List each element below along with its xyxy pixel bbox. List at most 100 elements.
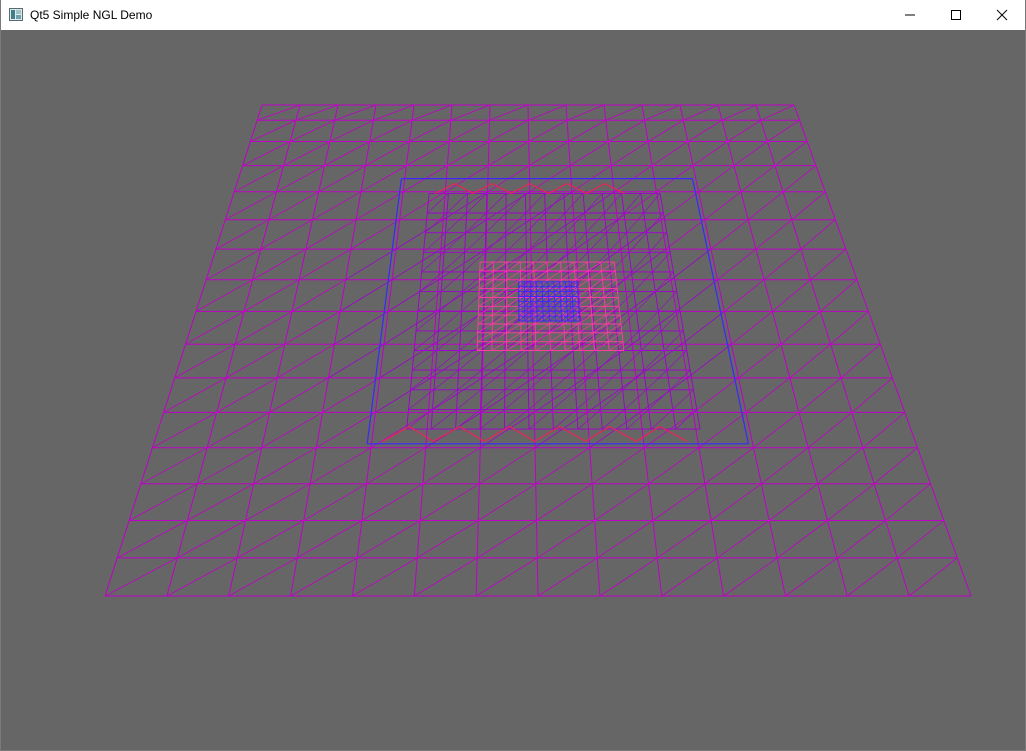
refine-level-3-diagonal xyxy=(536,286,543,292)
mesh-diagonal-line xyxy=(488,141,529,166)
refine-level-2-diagonal xyxy=(492,306,507,316)
mesh-diagonal-line xyxy=(309,447,372,485)
mesh-diagonal-line xyxy=(370,412,429,449)
refine-level-1-diagonal xyxy=(666,350,688,371)
refine-level-1-diagonal xyxy=(655,271,674,292)
refine-level-2-diagonal xyxy=(491,341,507,351)
mesh-diagonal-line xyxy=(399,191,446,221)
refine-level-3-diagonal xyxy=(518,315,526,322)
refine-level-2-diagonal xyxy=(549,323,564,334)
refine-level-1-diagonal xyxy=(527,350,551,371)
title-bar[interactable]: Qt5 Simple NGL Demo xyxy=(1,0,1025,30)
refine-level-1-diagonal xyxy=(436,330,461,351)
minimize-button[interactable] xyxy=(887,0,933,30)
wireframe-mesh xyxy=(104,104,972,597)
red-edge-bottom xyxy=(382,426,410,442)
mesh-diagonal-line xyxy=(289,119,335,142)
refine-level-1-diagonal xyxy=(646,369,668,391)
refine-level-1-diagonal xyxy=(597,350,619,371)
refine-level-1-diagonal xyxy=(504,369,529,391)
mesh-diagonal-line xyxy=(324,141,370,166)
refine-level-1-diagonal xyxy=(433,369,459,391)
mesh-diagonal-line xyxy=(419,483,480,521)
mesh-diagonal-line xyxy=(303,483,367,521)
refine-level-1-diagonal xyxy=(624,389,647,410)
mesh-diagonal-line xyxy=(536,483,593,521)
mesh-diagonal-line xyxy=(284,311,341,345)
refine-level-1-diagonal xyxy=(643,193,661,214)
refine-level-1-diagonal xyxy=(592,291,613,312)
mesh-diagonal-line xyxy=(261,412,323,449)
refine-level-3-diagonal xyxy=(518,281,525,287)
mesh-diagonal-line xyxy=(651,141,689,166)
mesh-diagonal-line xyxy=(566,104,605,121)
mesh-diagonal-line xyxy=(820,279,858,312)
mesh-diagonal-line xyxy=(295,104,339,121)
mesh-diagonal-line xyxy=(450,104,491,121)
refine-level-3-diagonal xyxy=(572,291,579,297)
mesh-diagonal-line xyxy=(827,483,875,521)
mesh-diagonal-line xyxy=(475,557,538,597)
mesh-diagonal-line xyxy=(760,104,795,121)
mesh-diagonal-line xyxy=(591,447,645,485)
mesh-column-line xyxy=(793,104,972,597)
mesh-diagonal-line xyxy=(531,248,577,281)
refine-level-2-diagonal xyxy=(479,279,494,289)
gl-viewport[interactable] xyxy=(1,30,1025,750)
mesh-diagonal-line xyxy=(596,520,654,559)
mesh-column-line xyxy=(166,104,301,597)
mesh-diagonal-line xyxy=(721,104,757,121)
mesh-diagonal-line xyxy=(245,483,311,521)
mesh-diagonal-line xyxy=(228,557,298,597)
mesh-diagonal-line xyxy=(360,165,407,193)
mesh-diagonal-line xyxy=(256,104,301,121)
refine-level-1-diagonal xyxy=(660,310,681,332)
mesh-column-line xyxy=(755,104,910,597)
mesh-diagonal-line xyxy=(530,191,573,221)
refine-level-1-diagonal xyxy=(646,212,664,233)
mesh-diagonal-line xyxy=(747,191,784,221)
mesh-diagonal-line xyxy=(692,141,728,166)
mesh-diagonal-line xyxy=(536,520,595,559)
mesh-diagonal-line xyxy=(260,219,313,250)
refine-level-2-diagonal xyxy=(606,314,621,325)
refine-level-1-diagonal xyxy=(415,310,440,332)
refine-level-1-diagonal xyxy=(442,252,465,273)
mesh-diagonal-line xyxy=(296,520,363,559)
mesh-diagonal-line xyxy=(648,447,700,485)
mesh-diagonal-line xyxy=(782,165,817,193)
refine-level-1-diagonal xyxy=(525,193,545,214)
mesh-diagonal-line xyxy=(610,141,649,166)
mesh-diagonal-line xyxy=(568,119,606,142)
mesh-diagonal-line xyxy=(485,219,531,250)
maximize-button[interactable] xyxy=(933,0,979,30)
mesh-diagonal-line xyxy=(683,104,719,121)
mesh-diagonal-line xyxy=(608,119,645,142)
mesh-diagonal-line xyxy=(599,557,658,597)
mesh-diagonal-line xyxy=(409,119,451,142)
refine-level-2-diagonal xyxy=(550,341,565,351)
mesh-diagonal-line xyxy=(698,412,747,449)
refine-level-1-diagonal xyxy=(456,389,482,410)
close-button[interactable] xyxy=(979,0,1025,30)
mesh-diagonal-line xyxy=(206,412,270,449)
mesh-diagonal-line xyxy=(767,119,800,142)
mesh-diagonal-line xyxy=(840,343,881,379)
mesh-diagonal-line xyxy=(166,557,238,597)
mesh-diagonal-line xyxy=(586,377,637,413)
mesh-diagonal-line xyxy=(692,377,739,413)
refine-level-1-diagonal xyxy=(600,389,623,410)
close-icon xyxy=(996,9,1008,21)
mesh-diagonal-line xyxy=(369,119,413,142)
mesh-diagonal-line xyxy=(290,557,358,597)
mesh-diagonal-line xyxy=(476,520,537,559)
mesh-diagonal-line xyxy=(676,279,718,312)
mesh-diagonal-line xyxy=(681,311,725,345)
mesh-diagonal-line xyxy=(422,447,481,485)
refine-level-1-diagonal xyxy=(461,291,485,312)
mesh-diagonal-line xyxy=(733,141,768,166)
refine-level-2-diagonal xyxy=(579,341,594,351)
refine-level-1-diagonal xyxy=(528,389,553,410)
mesh-diagonal-line xyxy=(644,412,694,449)
refine-level-1-diagonal xyxy=(552,389,576,410)
